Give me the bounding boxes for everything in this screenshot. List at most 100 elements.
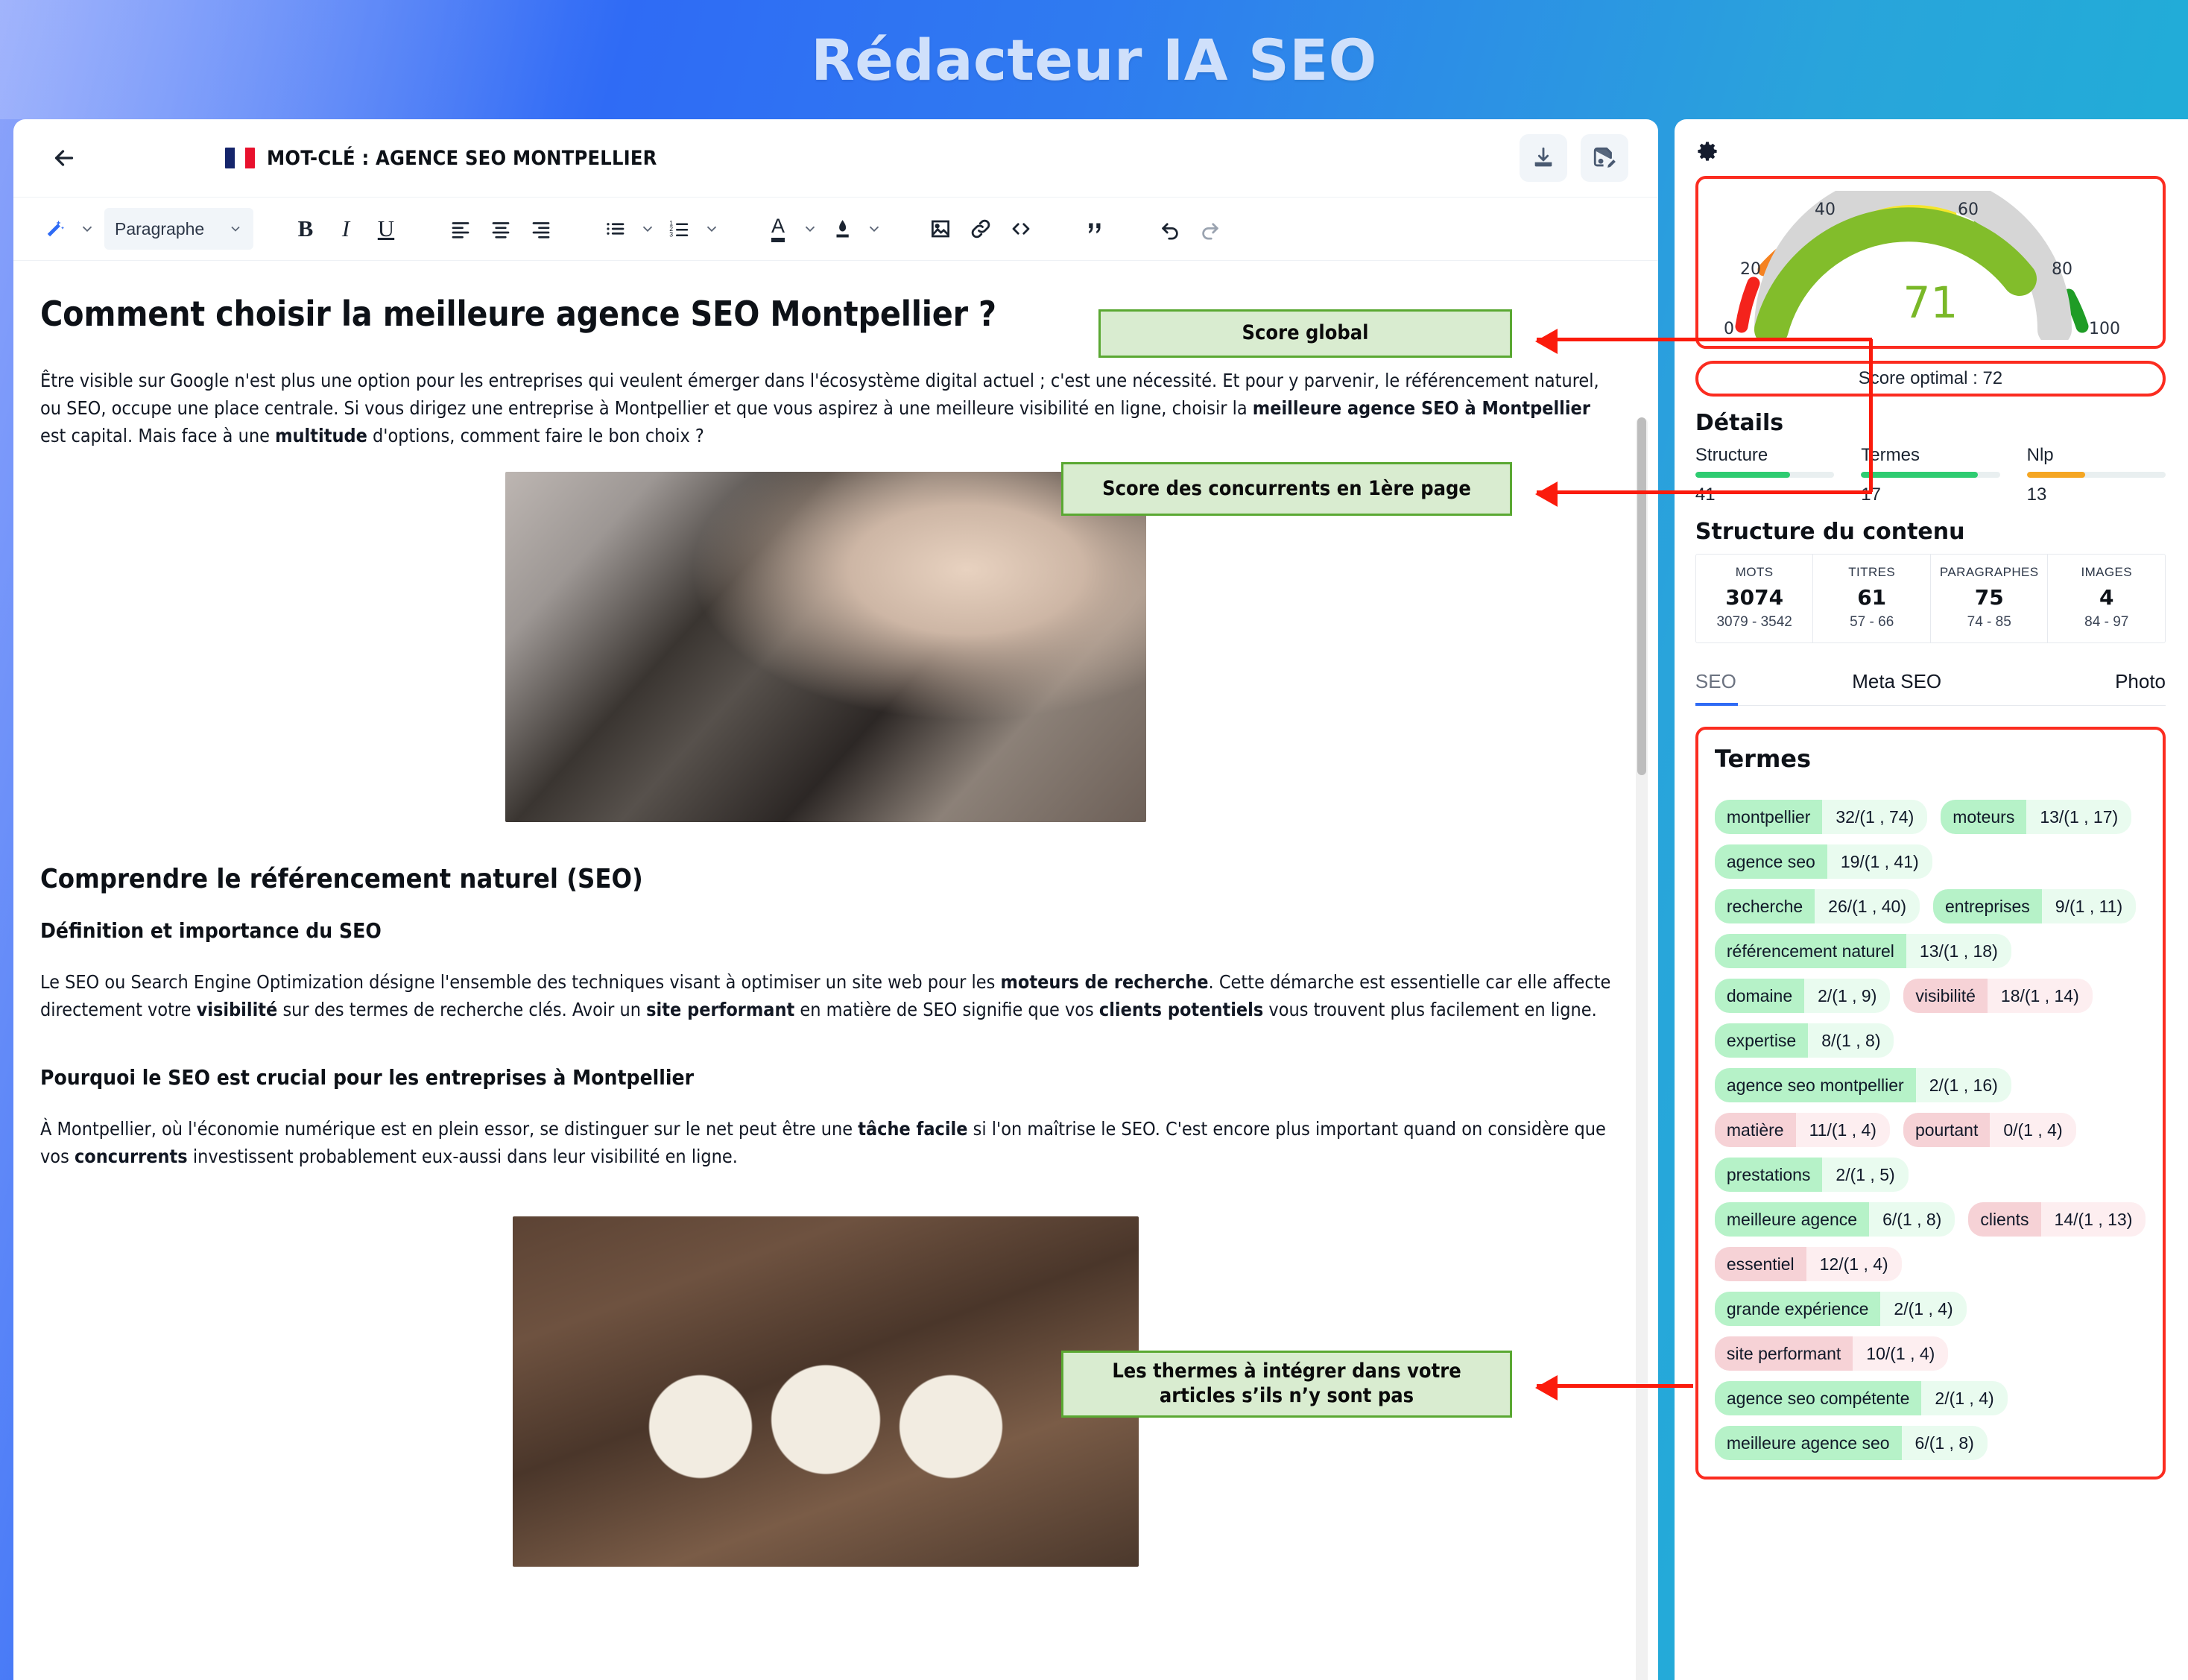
content-structure-table: MOTS 3074 3079 - 3542 TITRES 61 57 - 66 … <box>1695 554 2166 643</box>
document-paragraph-1: Être visible sur Google n'est plus une o… <box>40 367 1612 449</box>
structure-value: 75 <box>1974 585 2004 610</box>
save-edit-button[interactable] <box>1580 134 1628 182</box>
ai-assistant-button[interactable] <box>36 208 75 250</box>
detail-label: Structure <box>1695 445 1768 465</box>
term-chip-count: 2/(1 , 5) <box>1822 1158 1909 1192</box>
document-image-seo-tiles <box>513 1216 1139 1567</box>
blockquote-button[interactable] <box>1076 208 1115 250</box>
term-chip[interactable]: matière 11/(1 , 4) <box>1714 1113 1890 1147</box>
align-center-button[interactable] <box>481 208 520 250</box>
term-chip[interactable]: moteurs 13/(1 , 17) <box>1941 800 2132 834</box>
document-h3-1: Définition et importance du SEO <box>40 918 382 943</box>
block-style-select[interactable]: Paragraphe <box>104 208 253 250</box>
term-chip[interactable]: essentiel 12/(1 , 4) <box>1714 1247 1902 1281</box>
term-chip-count: 2/(1 , 4) <box>1880 1292 1967 1326</box>
french-flag-icon <box>225 148 255 168</box>
text-color-icon: A <box>771 215 785 242</box>
highlighter-icon <box>836 220 849 238</box>
image-icon <box>932 220 949 238</box>
term-chip[interactable]: entreprises 9/(1 , 11) <box>1933 889 2137 923</box>
term-chip[interactable]: domaine 2/(1 , 9) <box>1714 979 1891 1013</box>
bullet-list-button[interactable] <box>596 208 635 250</box>
highlight-dropdown[interactable] <box>863 221 885 237</box>
highlight-button[interactable] <box>823 208 861 250</box>
term-chip-count: 18/(1 , 14) <box>1987 979 2093 1013</box>
p2-part-i: vous trouvent plus facilement en ligne. <box>1263 999 1597 1020</box>
keyword-block: MOT-CLÉ : AGENCE SEO MONTPELLIER <box>225 147 657 170</box>
bullet-list-dropdown[interactable] <box>636 221 659 237</box>
term-chip-count: 8/(1 , 8) <box>1808 1023 1894 1058</box>
italic-button[interactable]: I <box>326 208 365 250</box>
undo-button[interactable] <box>1151 208 1189 250</box>
settings-button[interactable] <box>1695 140 2166 164</box>
tab-photo[interactable]: Photo <box>1986 670 2166 705</box>
term-chip[interactable]: visibilité 18/(1 , 14) <box>1903 979 2093 1013</box>
term-chip-count: 9/(1 , 11) <box>2041 889 2137 923</box>
p2-part-e: sur des termes de recherche clés. Avoir … <box>277 999 647 1020</box>
insert-link-button[interactable] <box>961 208 1000 250</box>
term-chip[interactable]: grande expérience 2/(1 , 4) <box>1714 1292 1967 1326</box>
structure-title: Structure du contenu <box>1695 519 1965 545</box>
term-chip[interactable]: expertise 8/(1 , 8) <box>1714 1023 1894 1058</box>
term-chip-count: 12/(1 , 4) <box>1806 1247 1902 1281</box>
document-scrollbar[interactable] <box>1635 417 1648 1680</box>
detail-value: 17 <box>1861 484 1881 505</box>
bold-button[interactable]: B <box>286 208 325 250</box>
term-chip-count: 19/(1 , 41) <box>1827 844 1932 879</box>
align-right-icon <box>532 222 550 239</box>
text-color-button[interactable]: A <box>759 208 797 250</box>
chevron-down-icon <box>706 226 717 233</box>
structure-value: 4 <box>2099 585 2114 610</box>
gauge-tick-40: 40 <box>1815 200 1836 219</box>
back-button[interactable] <box>43 137 85 179</box>
ai-assistant-dropdown[interactable] <box>76 221 98 237</box>
p3-strong-1: tâche facile <box>858 1118 968 1140</box>
term-chip[interactable]: montpellier 32/(1 , 74) <box>1714 800 1928 834</box>
numbered-list-button[interactable]: 123 <box>660 208 699 250</box>
detail-fill <box>1861 472 1978 478</box>
term-chip[interactable]: meilleure agence 6/(1 , 8) <box>1714 1202 1955 1237</box>
download-button[interactable] <box>1519 134 1567 182</box>
term-chip-list: montpellier 32/(1 , 74) moteurs 13/(1 , 17)… <box>1714 800 2146 1460</box>
term-chip-label: entreprises <box>1933 889 2042 923</box>
tab-meta-seo[interactable]: Meta SEO <box>1807 670 1987 705</box>
term-chip[interactable]: meilleure agence seo 6/(1 , 8) <box>1714 1426 1988 1460</box>
redo-button[interactable] <box>1191 208 1230 250</box>
term-chip-label: agence seo montpellier <box>1714 1068 1916 1102</box>
tab-seo[interactable]: SEO <box>1695 670 1807 706</box>
insert-image-button[interactable] <box>921 208 960 250</box>
term-chip-label: visibilité <box>1903 979 1988 1013</box>
text-color-dropdown[interactable] <box>799 221 821 237</box>
term-chip-label: domaine <box>1714 979 1805 1013</box>
document-image-laptop <box>505 472 1147 822</box>
term-chip[interactable]: site performant 10/(1 , 4) <box>1714 1336 1949 1371</box>
term-chip[interactable]: agence seo 19/(1 , 41) <box>1714 844 1932 879</box>
detail-termes: Termes 17 <box>1861 445 2000 505</box>
termes-title: Termes <box>1714 745 1812 773</box>
term-chip[interactable]: référencement naturel 13/(1 , 18) <box>1714 934 2011 968</box>
term-chip[interactable]: prestations 2/(1 , 5) <box>1714 1158 1909 1192</box>
underline-button[interactable]: U <box>367 208 405 250</box>
align-right-button[interactable] <box>522 208 560 250</box>
structure-range: 74 - 85 <box>1967 614 2011 630</box>
numbered-list-dropdown[interactable] <box>701 221 723 237</box>
structure-header: MOTS <box>1735 565 1774 579</box>
term-chip[interactable]: recherche 26/(1 , 40) <box>1714 889 1920 923</box>
link-icon <box>971 219 990 239</box>
term-chip[interactable]: agence seo compétente 2/(1 , 4) <box>1714 1381 2008 1415</box>
structure-cell-mots: MOTS 3074 3079 - 3542 <box>1696 555 1814 642</box>
detail-value: 41 <box>1695 484 1716 505</box>
align-left-button[interactable] <box>441 208 480 250</box>
arrow-left-icon <box>54 150 74 166</box>
term-chip-count: 6/(1 , 8) <box>1901 1426 1988 1460</box>
detail-label: Nlp <box>2026 445 2054 465</box>
term-chip[interactable]: agence seo montpellier 2/(1 , 16) <box>1714 1068 2011 1102</box>
term-chip[interactable]: clients 14/(1 , 13) <box>1968 1202 2146 1237</box>
p2-strong-1: moteurs de recherche <box>1000 971 1209 993</box>
block-style-value: Paragraphe <box>115 218 205 239</box>
document-scrollbar-thumb[interactable] <box>1637 417 1646 775</box>
term-chip[interactable]: pourtant 0/(1 , 4) <box>1903 1113 2076 1147</box>
insert-code-button[interactable] <box>1002 208 1040 250</box>
document-body[interactable]: Comment choisir la meilleure agence SEO … <box>13 261 1658 1680</box>
term-chip-count: 14/(1 , 13) <box>2040 1202 2146 1237</box>
